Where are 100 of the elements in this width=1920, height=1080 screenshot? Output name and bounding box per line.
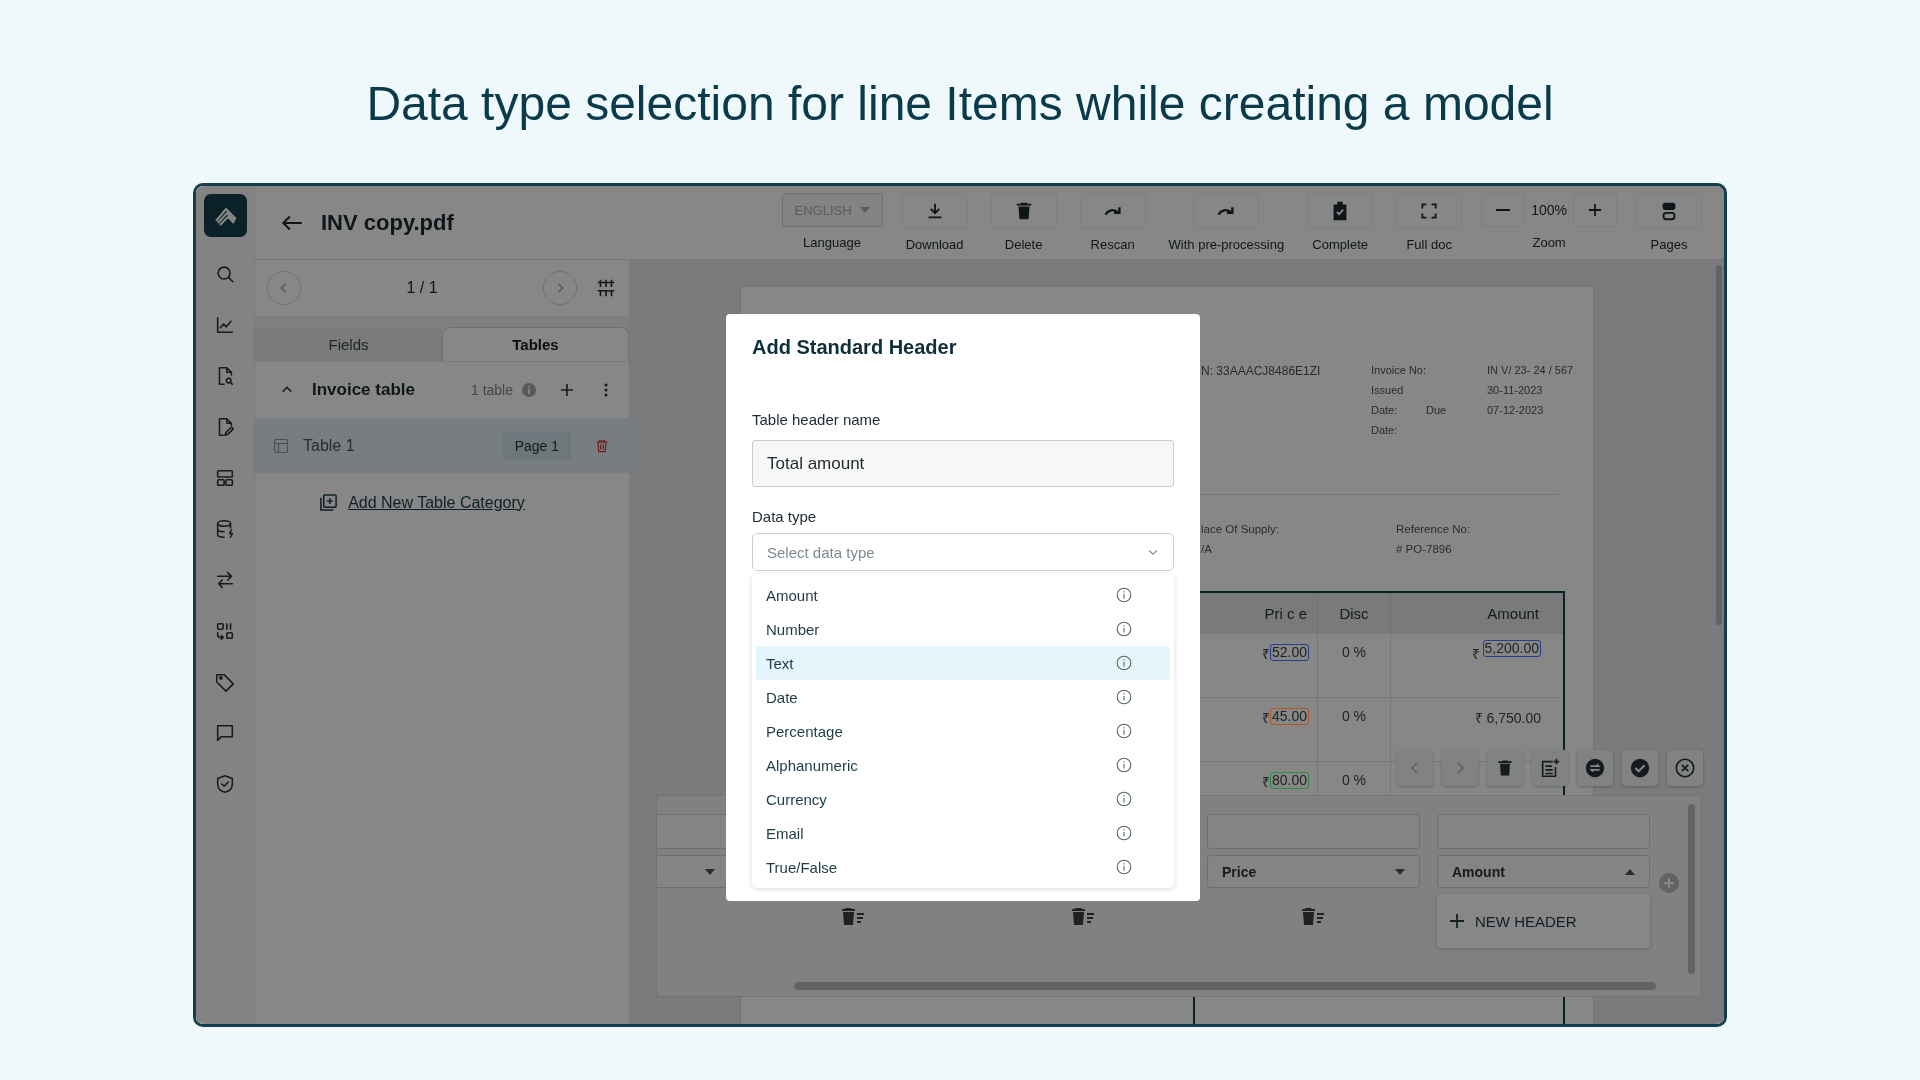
tag-icon[interactable]	[214, 671, 236, 693]
place-of-supply-label: lace Of Supply:	[1201, 523, 1279, 535]
data-type-option[interactable]: Amount	[756, 578, 1170, 612]
info-icon	[1116, 689, 1132, 705]
plus-icon	[1449, 913, 1465, 929]
close-circle-icon	[1674, 757, 1696, 779]
info-icon	[1116, 655, 1132, 671]
table-cell-text: ₹ 6,750.00	[1474, 709, 1541, 727]
header-input[interactable]	[1437, 814, 1650, 849]
invoice-meta-label: Invoice No:	[1371, 364, 1426, 376]
file-title: INV copy.pdf	[321, 209, 454, 236]
info-icon	[1116, 723, 1132, 739]
scan-icon[interactable]	[214, 620, 236, 642]
category-name: Invoice table	[312, 380, 415, 400]
vertical-scrollbar[interactable]	[1688, 804, 1695, 974]
table-cell: 0 %	[1341, 708, 1367, 724]
app-logo-icon[interactable]	[203, 194, 247, 237]
currency-symbol: ₹	[1261, 709, 1270, 727]
invoice-meta-value: 30-11-2023	[1487, 384, 1543, 396]
header-input[interactable]	[1207, 814, 1420, 849]
currency-symbol: ₹	[1261, 645, 1270, 663]
trash-icon[interactable]	[595, 438, 609, 454]
table-header-cell: Disc	[1318, 593, 1391, 633]
trash-icon[interactable]	[1071, 906, 1096, 926]
swap-circle-icon	[1584, 757, 1606, 779]
info-icon	[1116, 791, 1132, 807]
add-note-button[interactable]	[1532, 750, 1568, 786]
currency-symbol: ₹	[1471, 645, 1480, 663]
highlighted-value[interactable]: 52.00	[1269, 644, 1309, 661]
header-name-input[interactable]: Total amount	[752, 440, 1174, 487]
more-options-icon[interactable]	[603, 382, 609, 398]
highlighted-value[interactable]: 45.00	[1269, 708, 1309, 725]
plus-icon	[1587, 202, 1603, 218]
data-type-option[interactable]: Email	[756, 816, 1170, 850]
zoom-in-button[interactable]	[1573, 193, 1617, 227]
tool-label: Language	[803, 235, 861, 250]
check-circle-icon	[1629, 757, 1651, 779]
invoice-meta-value: IN V/ 23- 24 / 567	[1487, 364, 1574, 376]
header-dropdown[interactable]: Amount	[1437, 855, 1650, 888]
data-type-option[interactable]: Percentage	[756, 714, 1170, 748]
header-dropdown[interactable]: Price	[1207, 855, 1420, 888]
info-icon	[1116, 825, 1132, 841]
chat-icon[interactable]	[214, 722, 236, 744]
highlighted-value[interactable]: 80.00	[1269, 772, 1309, 789]
delete-button[interactable]	[1487, 750, 1523, 786]
invoice-meta-label: Due	[1426, 404, 1447, 416]
data-type-option[interactable]: Date	[756, 680, 1170, 714]
highlighted-value[interactable]: 5,200.00	[1482, 640, 1541, 657]
new-header-button[interactable]: NEW HEADER	[1449, 912, 1577, 930]
page-badge: Page 1	[502, 432, 571, 460]
add-table-category-link[interactable]: Add New Table Category	[348, 493, 525, 512]
info-icon	[1116, 587, 1132, 603]
search-icon[interactable]	[214, 263, 236, 285]
tab[interactable]: Tables	[442, 327, 629, 361]
shield-check-icon[interactable]	[214, 773, 236, 795]
table-name: Table 1	[303, 437, 355, 455]
info-icon	[1116, 859, 1132, 875]
swap-arrows-icon[interactable]	[214, 569, 236, 591]
gstin-text: N: 33AAACJ8486E1ZI	[1201, 364, 1321, 378]
reference-value: # PO-7896	[1396, 543, 1453, 555]
pre-processing-button[interactable]: With pre-processing	[1164, 193, 1289, 252]
table-count: 1 table	[470, 382, 513, 398]
data-type-option[interactable]: True/False	[756, 850, 1170, 884]
fullscreen-icon	[1419, 201, 1440, 221]
caret-icon	[859, 207, 870, 213]
table-icon	[273, 438, 289, 454]
modal-title: Add Standard Header	[752, 336, 958, 359]
trash-icon[interactable]	[1301, 906, 1326, 926]
invoice-meta-label: Date:	[1371, 424, 1399, 436]
invoice-meta-value: 07-12-2023	[1487, 404, 1544, 416]
vertical-scrollbar[interactable]	[1716, 265, 1722, 625]
data-type-option[interactable]: Alphanumeric	[756, 748, 1170, 782]
reference-label: Reference No:	[1396, 523, 1471, 535]
horizontal-scrollbar[interactable]	[794, 982, 1656, 990]
add-icon[interactable]	[559, 382, 575, 398]
data-type-select[interactable]: Select data type	[752, 533, 1174, 571]
table-cell: 0 %	[1341, 644, 1367, 660]
trash-icon	[1495, 758, 1515, 778]
zoom-value: 100%	[1531, 202, 1567, 218]
tab[interactable]: Fields	[255, 327, 442, 361]
database-icon[interactable]	[214, 518, 236, 540]
layout-icon[interactable]	[214, 467, 236, 489]
data-type-option[interactable]: Text	[756, 646, 1170, 680]
table-list-item[interactable]: Table 1 Page 1	[255, 419, 629, 473]
note-add-icon	[1539, 757, 1561, 779]
filter-icon[interactable]	[595, 277, 617, 299]
field-label: Data type	[752, 508, 818, 525]
swap-button[interactable]	[1577, 750, 1613, 786]
minus-icon	[1496, 209, 1511, 211]
trash-icon[interactable]	[841, 906, 866, 926]
invoice-meta-label: Date:	[1371, 404, 1399, 416]
field-label: Table header name	[752, 411, 882, 428]
line-chart-icon[interactable]	[214, 314, 236, 336]
currency-symbol: ₹	[1261, 773, 1270, 791]
data-type-option[interactable]: Number	[756, 612, 1170, 646]
table-header-cell: Amount	[1391, 593, 1563, 633]
add-box-icon[interactable]	[319, 493, 339, 512]
data-type-option[interactable]: Currency	[756, 782, 1170, 816]
cancel-button[interactable]	[1667, 750, 1703, 786]
confirm-button[interactable]	[1622, 750, 1658, 786]
